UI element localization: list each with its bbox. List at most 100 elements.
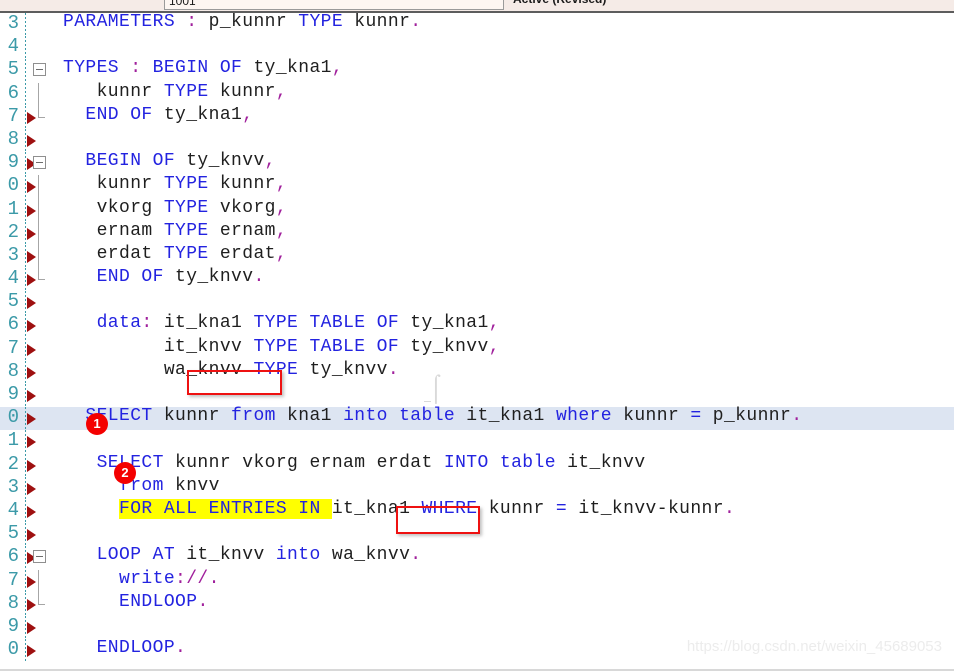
code-token: , xyxy=(275,243,288,264)
code-line[interactable]: 8 ENDLOOP. xyxy=(0,592,954,616)
code-line[interactable]: 6 kunnr TYPE kunnr, xyxy=(0,82,954,106)
code-text[interactable]: LOOP AT it_knvv into wa_knvv. xyxy=(63,545,422,565)
breakpoint-arrow-icon[interactable] xyxy=(27,134,36,147)
code-line[interactable]: 0 kunnr TYPE kunnr, xyxy=(0,174,954,199)
code-line[interactable]: 1 vkorg TYPE vkorg, xyxy=(0,197,954,222)
code-text[interactable]: SELECT kunnr from kna1 into table it_kna… xyxy=(63,406,802,426)
breakpoint-arrow-icon[interactable] xyxy=(27,436,36,449)
code-line[interactable]: 8 xyxy=(0,128,954,153)
breakpoint-arrow-icon[interactable] xyxy=(27,390,36,402)
code-line[interactable]: 5 TYPES : BEGIN OF ty_kna1, xyxy=(0,58,954,83)
line-gutter: 9 xyxy=(0,151,25,175)
code-text[interactable]: SELECT kunnr vkorg ernam erdat INTO tabl… xyxy=(63,453,646,473)
code-token: TYPE xyxy=(163,220,209,241)
code-token: TYPE xyxy=(163,81,209,102)
gutter-separator xyxy=(25,105,26,129)
code-line[interactable]: 9 BEGIN OF ty_knvv, xyxy=(0,151,954,176)
code-line[interactable]: 8 wa_knvv TYPE ty_knvv. xyxy=(0,360,954,384)
breakpoint-arrow-icon[interactable] xyxy=(27,413,36,426)
code-line[interactable]: 3 from knvv xyxy=(0,476,954,500)
code-line[interactable]: 0 SELECT kunnr from kna1 into table it_k… xyxy=(0,406,954,431)
code-text[interactable]: END OF ty_kna1, xyxy=(63,105,253,125)
code-token: TYPES xyxy=(63,58,120,79)
code-token: ernam xyxy=(208,220,276,241)
abap-code-editor[interactable]: 3 PARAMETERS : p_kunnr TYPE kunnr. 4 5 TYPES… xyxy=(0,13,954,671)
code-line[interactable]: 9 xyxy=(0,615,954,640)
line-number: 0 xyxy=(7,174,19,197)
breakpoint-arrow-icon[interactable] xyxy=(27,621,36,634)
code-line[interactable]: 2 SELECT kunnr vkorg ernam erdat INTO ta… xyxy=(0,453,954,477)
code-line[interactable]: 6 LOOP AT it_knvv into wa_knvv. xyxy=(0,545,954,570)
fold-column[interactable] xyxy=(33,592,55,616)
code-token: . xyxy=(197,591,209,612)
line-gutter: 6 xyxy=(0,545,25,569)
code-line[interactable]: 7 write://. xyxy=(0,569,954,593)
collapse-minus-icon[interactable] xyxy=(33,63,46,77)
breakpoint-arrow-icon[interactable] xyxy=(27,482,36,495)
fold-column[interactable] xyxy=(33,82,55,106)
code-text[interactable]: it_knvv TYPE TABLE OF ty_knvv, xyxy=(63,337,500,357)
code-line[interactable]: 9 xyxy=(0,383,954,408)
fold-column[interactable] xyxy=(33,221,55,245)
code-text[interactable]: from knvv xyxy=(63,476,220,496)
fold-column[interactable] xyxy=(33,244,55,269)
breakpoint-arrow-icon[interactable] xyxy=(27,645,36,658)
collapse-minus-icon[interactable] xyxy=(33,156,46,170)
code-line[interactable]: 5 xyxy=(0,290,954,315)
code-token: TABLE xyxy=(309,336,366,357)
code-token: it_kna1 xyxy=(152,313,254,334)
code-text[interactable]: data: it_kna1 TYPE TABLE OF ty_kna1, xyxy=(63,313,500,333)
fold-guide-line xyxy=(38,244,39,269)
code-line[interactable]: 3 PARAMETERS : p_kunnr TYPE kunnr. xyxy=(0,13,954,37)
code-line[interactable]: 7 it_knvv TYPE TABLE OF ty_knvv, xyxy=(0,337,954,361)
code-line[interactable]: 6 data: it_kna1 TYPE TABLE OF ty_kna1, xyxy=(0,313,954,338)
code-text[interactable]: TYPES : BEGIN OF ty_kna1, xyxy=(63,58,343,78)
code-text[interactable]: vkorg TYPE vkorg, xyxy=(63,198,287,218)
fold-column[interactable] xyxy=(33,268,55,291)
breakpoint-arrow-icon[interactable] xyxy=(27,320,36,333)
fold-column[interactable] xyxy=(33,175,55,199)
fold-column[interactable] xyxy=(33,546,55,569)
code-text[interactable]: ENDLOOP. xyxy=(63,592,209,612)
code-line[interactable]: 1 xyxy=(0,429,954,454)
gutter-separator xyxy=(25,453,26,477)
code-line[interactable]: 2 ernam TYPE ernam, xyxy=(0,221,954,245)
breakpoint-arrow-icon[interactable] xyxy=(27,459,36,472)
code-text[interactable]: write://. xyxy=(63,569,220,589)
collapse-minus-icon[interactable] xyxy=(33,550,46,564)
code-line[interactable]: 4 END OF ty_knvv. xyxy=(0,267,954,292)
breakpoint-arrow-icon[interactable] xyxy=(27,529,36,542)
breakpoint-arrow-icon[interactable] xyxy=(27,366,36,379)
breakpoint-arrow-icon[interactable] xyxy=(27,297,36,310)
gutter-separator xyxy=(25,523,26,547)
code-text[interactable]: END OF ty_knvv. xyxy=(63,267,265,287)
it-kna1-box xyxy=(396,506,480,534)
code-text[interactable]: erdat TYPE erdat, xyxy=(63,244,287,264)
fold-column[interactable] xyxy=(33,198,55,222)
code-text[interactable]: ENDLOOP. xyxy=(63,638,186,658)
line-gutter: 8 xyxy=(0,128,25,152)
code-text[interactable]: kunnr TYPE kunnr, xyxy=(63,82,287,102)
code-token: kunnr xyxy=(152,406,232,427)
gutter-separator xyxy=(25,569,26,593)
fold-column[interactable] xyxy=(33,59,55,82)
code-line[interactable]: 3 erdat TYPE erdat, xyxy=(0,244,954,269)
code-token: it_knvv-kunnr xyxy=(567,498,724,519)
code-text[interactable]: ernam TYPE ernam, xyxy=(63,221,287,241)
code-line[interactable]: 4 xyxy=(0,35,954,60)
fold-column[interactable] xyxy=(33,152,55,175)
code-text[interactable]: PARAMETERS : p_kunnr TYPE kunnr. xyxy=(63,13,422,32)
line-gutter: 9 xyxy=(0,383,25,407)
line-number: 1 xyxy=(7,197,19,220)
breakpoint-arrow-icon[interactable] xyxy=(27,343,36,356)
fold-column[interactable] xyxy=(33,105,55,129)
code-line[interactable]: 7 END OF ty_kna1, xyxy=(0,105,954,129)
breakpoint-arrow-icon[interactable] xyxy=(27,505,36,518)
line-gutter: 9 xyxy=(0,615,25,639)
program-name-field[interactable]: 1001 xyxy=(164,0,504,10)
code-text[interactable]: BEGIN OF ty_knvv, xyxy=(63,151,276,171)
code-text[interactable]: kunnr TYPE kunnr, xyxy=(63,174,287,194)
fold-column[interactable] xyxy=(33,569,55,593)
